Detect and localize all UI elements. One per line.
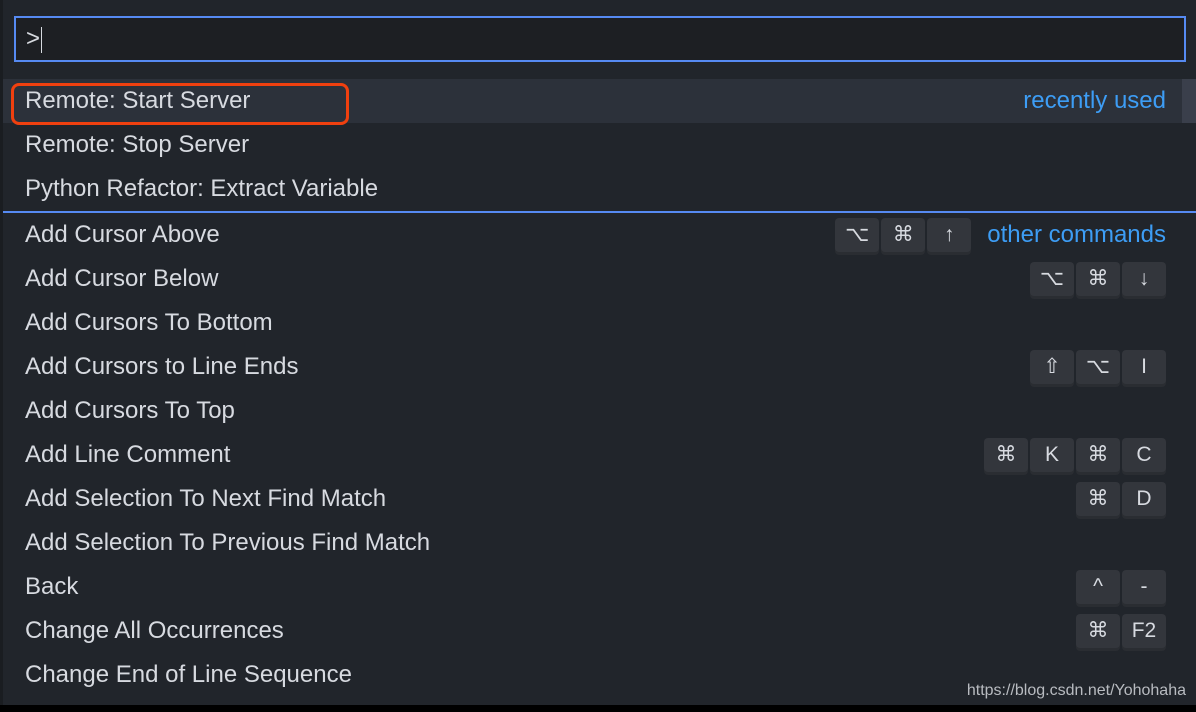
keycap: ⌘ [1076,262,1120,296]
keybinding: ⇧ ⌥ I [1028,350,1166,384]
keybinding: ⌥ ⌘ ↑ other commands [833,218,1166,252]
command-label: Add Selection To Next Find Match [25,485,387,512]
watermark: https://blog.csdn.net/Yohohaha [966,682,1186,699]
command-item[interactable]: Python Refactor: Extract Variable [3,167,1196,211]
command-list: Remote: Start Server recently used Remote:… [3,79,1196,697]
command-label: Add Cursors to Line Ends [25,353,299,380]
keycap: ⌥ [1076,350,1120,384]
command-item[interactable]: Add Selection To Previous Find Match [3,521,1196,565]
keybinding: ^ - [1074,570,1166,604]
keycap: ⌘ [1076,438,1120,472]
group-label: other commands [987,221,1166,248]
keycap: F2 [1122,614,1166,648]
command-item[interactable]: Add Cursors To Bottom [3,301,1196,345]
command-item[interactable]: Add Cursor Above ⌥ ⌘ ↑ other commands [3,211,1196,257]
command-label: Back [25,573,79,600]
keycap: ↑ [927,218,972,252]
keybinding: recently used [1007,87,1166,115]
command-item[interactable]: Add Cursor Below ⌥ ⌘ ↓ [3,257,1196,301]
scrollbar[interactable] [1182,79,1196,123]
command-label: Python Refactor: Extract Variable [25,175,379,202]
command-item[interactable]: Add Selection To Next Find Match ⌘ D [3,477,1196,521]
command-label: Add Cursor Below [25,265,219,292]
command-item[interactable]: Change All Occurrences ⌘ F2 [3,609,1196,653]
command-input-value: > [26,25,41,52]
command-input[interactable]: > [14,16,1186,62]
keycap: C [1122,438,1166,472]
command-label: Add Line Comment [25,441,231,468]
keybinding: ⌘ K ⌘ C [982,438,1166,472]
keybinding: ⌥ ⌘ ↓ [1028,262,1166,296]
command-label: Add Cursors To Bottom [25,309,273,336]
keycap: K [1030,438,1074,472]
command-item[interactable]: Add Line Comment ⌘ K ⌘ C [3,433,1196,477]
annotation-highlight-box [11,83,349,125]
command-palette: > Remote: Start Server recently used Remot… [0,0,1196,705]
command-label: Change All Occurrences [25,617,284,644]
command-label: Add Cursor Above [25,221,220,248]
command-item[interactable]: Back ^ - [3,565,1196,609]
command-item[interactable]: Add Cursors to Line Ends ⇧ ⌥ I [3,345,1196,389]
keycap: ^ [1076,570,1120,604]
command-label: Add Selection To Previous Find Match [25,529,431,556]
keycap: ⇧ [1030,350,1074,384]
command-label: Remote: Stop Server [25,131,250,158]
keycap: D [1122,482,1166,516]
keybinding: ⌘ D [1074,482,1166,516]
keycap: ↓ [1122,262,1166,296]
keycap: ⌥ [835,218,880,252]
command-item[interactable]: Remote: Stop Server [3,123,1196,167]
keycap: ⌘ [1076,482,1120,516]
command-item[interactable]: Add Cursors To Top [3,389,1196,433]
keycap: ⌘ [984,438,1028,472]
keycap: - [1122,570,1166,604]
text-cursor [41,26,43,53]
keycap: ⌘ [1076,614,1120,648]
keybinding: ⌘ F2 [1074,614,1166,648]
keycap: I [1122,350,1166,384]
keycap: ⌘ [881,218,926,252]
group-label: recently used [1023,87,1166,114]
command-label: Add Cursors To Top [25,397,235,424]
keycap: ⌥ [1030,262,1074,296]
